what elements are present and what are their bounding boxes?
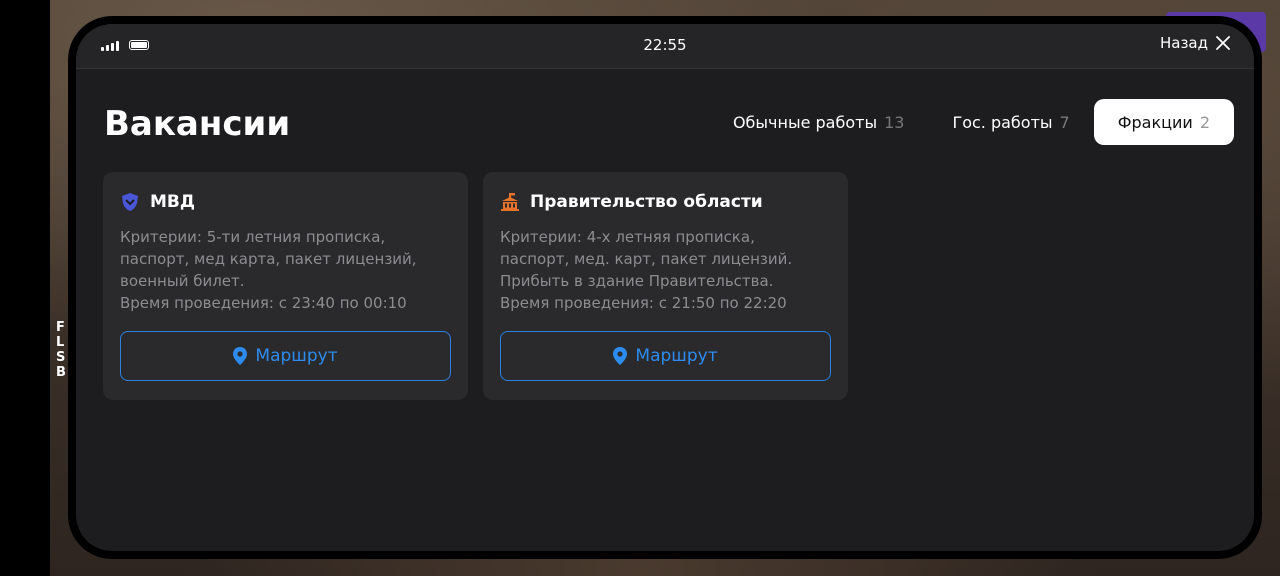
tab-count: 2 [1199,112,1210,132]
tab-gov-jobs[interactable]: Гос. работы 7 [928,99,1093,145]
card-header: Правительство области [500,192,831,212]
desc-line: Время проведения: с 23:40 по 00:10 [120,294,407,312]
route-label: Маршрут [635,346,718,366]
desc-line: Критерии: 5-ти летния прописка, [120,228,386,246]
tab-label: Гос. работы [952,112,1053,132]
desc-line: военный билет. [120,272,245,290]
vacancy-card-mvd: МВД Критерии: 5-ти летния прописка, пасп… [103,172,468,400]
clock: 22:55 [643,36,687,54]
tab-label: Обычные работы [732,112,878,132]
card-description: Критерии: 4-х летняя прописка, паспорт, … [500,226,831,314]
route-button[interactable]: Маршрут [500,331,831,381]
desc-line: Время проведения: с 21:50 по 22:20 [500,294,787,312]
location-pin-icon [233,347,248,365]
vacancy-cards: МВД Критерии: 5-ти летния прописка, пасп… [103,172,848,400]
back-label: Назад [1159,34,1208,52]
status-bar: 22:55 Назад [76,24,1254,69]
desc-line: Критерии: 4-х летняя прописка, [500,228,755,246]
desc-line: паспорт, мед карта, пакет лицензий, [120,250,417,268]
card-description: Критерии: 5-ти летния прописка, паспорт,… [120,226,451,314]
tab-count: 13 [884,112,905,132]
location-pin-icon [613,347,628,365]
tabs: Обычные работы 13 Гос. работы 7 Фракции … [709,99,1234,145]
page-title: Вакансии [104,104,291,144]
vacancy-card-government: Правительство области Критерии: 4-х летн… [483,172,848,400]
desc-line: паспорт, мед. карт, пакет лицензий. [500,250,793,268]
back-button[interactable]: Назад [1160,34,1230,52]
card-title: МВД [150,192,196,212]
shield-icon [122,193,138,211]
side-letters: F L S B [56,320,66,380]
side-letter: F [56,320,65,335]
close-icon [1216,36,1230,50]
tab-count: 7 [1059,112,1070,132]
desc-line: Прибыть в здание Правительства. [500,272,774,290]
phone-frame: 22:55 Назад Вакансии Обычные работы 13 Г… [68,16,1262,559]
tab-label: Фракции [1117,112,1193,132]
tab-regular-jobs[interactable]: Обычные работы 13 [709,99,929,145]
phone-screen: 22:55 Назад Вакансии Обычные работы 13 Г… [76,24,1254,551]
route-label: Маршрут [255,346,338,366]
card-header: МВД [120,192,451,212]
tab-factions[interactable]: Фракции 2 [1093,99,1234,145]
side-letter: S [56,350,66,365]
side-letter: B [56,365,66,380]
side-letter: L [56,335,65,350]
left-black-strip [0,0,50,576]
card-title: Правительство области [530,192,763,212]
route-button[interactable]: Маршрут [120,331,451,381]
government-building-icon [501,193,519,211]
